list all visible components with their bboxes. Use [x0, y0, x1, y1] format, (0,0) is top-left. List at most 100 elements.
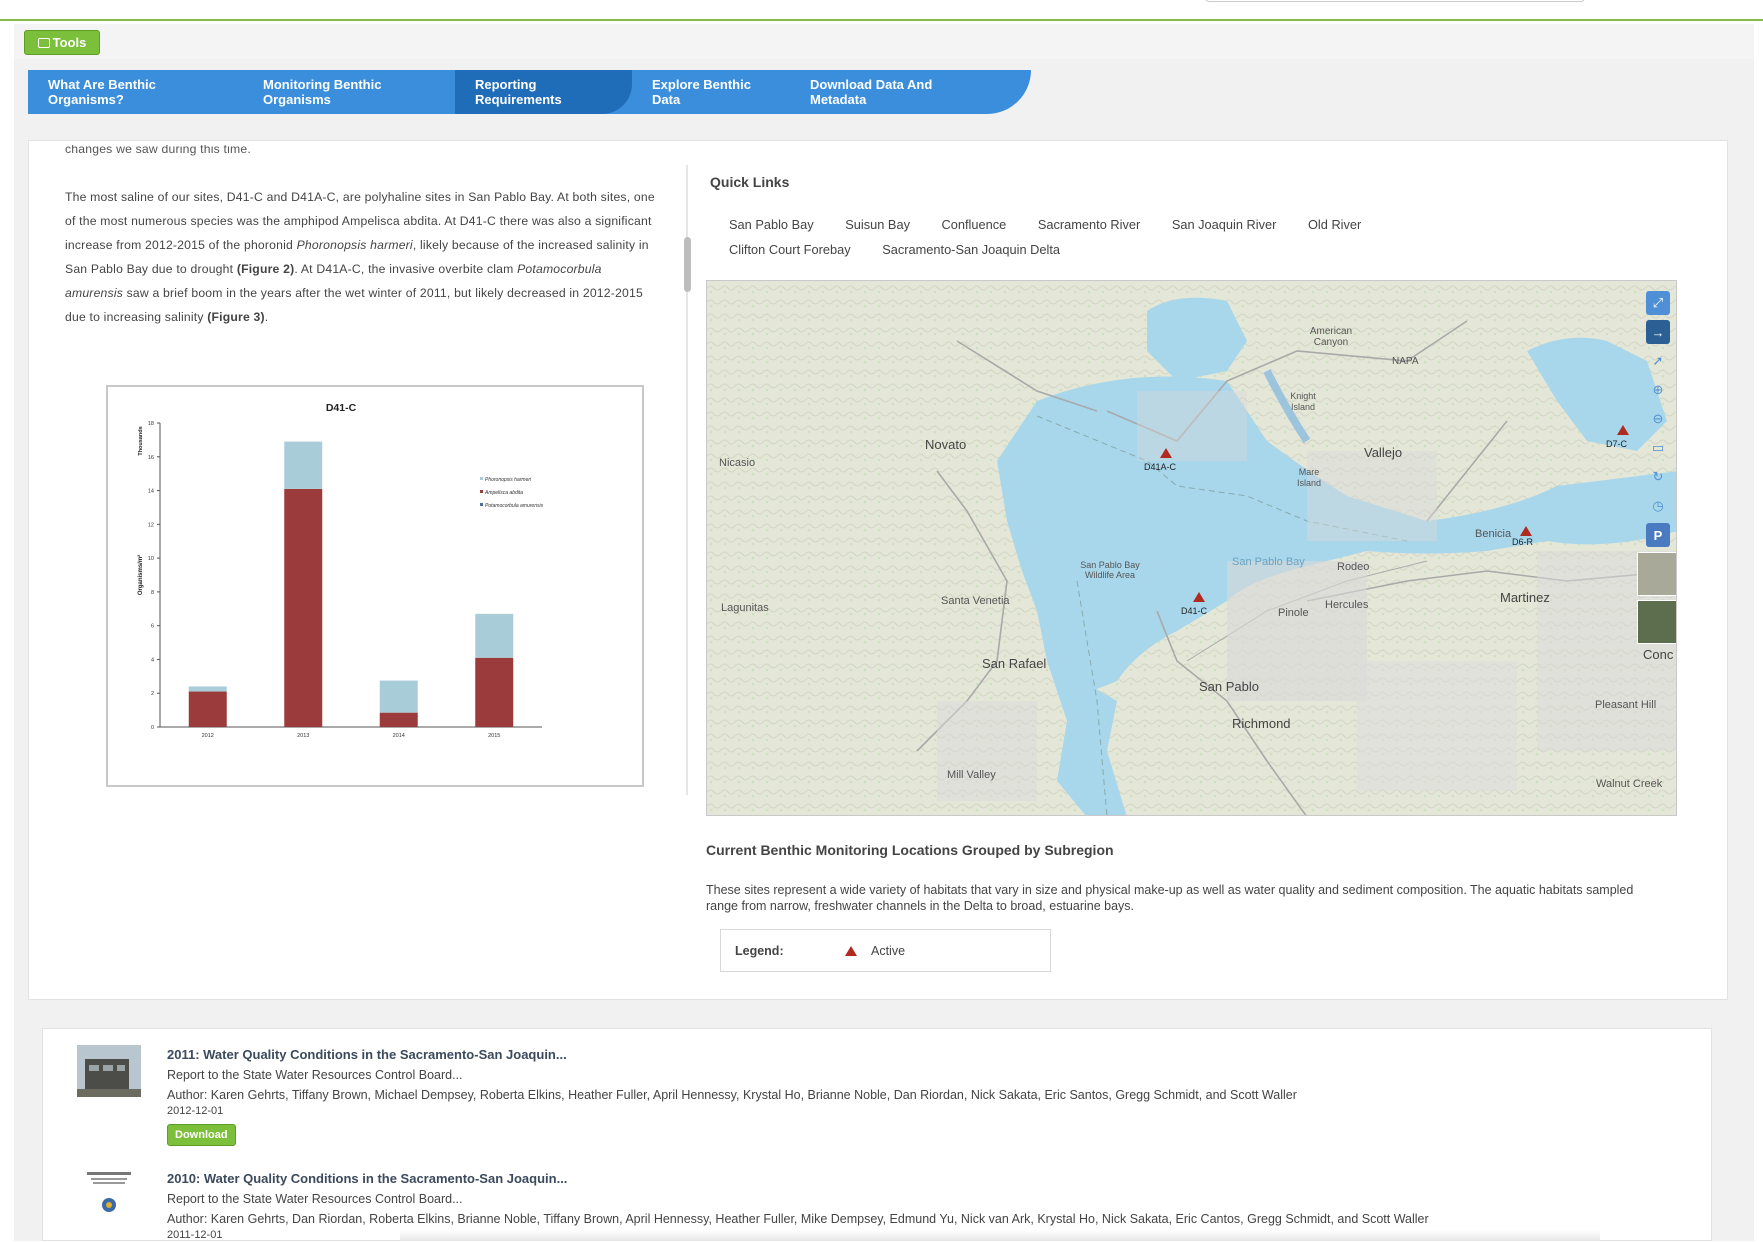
basemap-terrain-thumbnail[interactable]	[1637, 552, 1676, 596]
legend-active: Active	[871, 943, 906, 958]
chart-x-tick-label: 2012	[202, 733, 214, 739]
tools-label: Tools	[52, 35, 87, 50]
chart-bar-2015-1	[475, 657, 514, 727]
quick-link-delta[interactable]: Sacramento-San Joaquin Delta	[882, 237, 1060, 262]
quick-link-sacramento-river[interactable]: Sacramento River	[1038, 212, 1140, 237]
map-label-richmond: Richmond	[1232, 716, 1291, 731]
tools-row: Tools	[14, 24, 1754, 59]
basemap-imagery-thumbnail[interactable]	[1637, 600, 1676, 644]
clock-icon[interactable]: ◷	[1646, 494, 1670, 518]
map-label-san-pablo: San Pablo	[1199, 679, 1259, 694]
parking-icon[interactable]: P	[1646, 523, 1670, 547]
cursor-icon[interactable]: ➚	[1646, 349, 1670, 373]
map-label-pinole: Pinole	[1278, 607, 1309, 619]
bottom-shadow	[400, 1230, 1600, 1241]
arrow-icon[interactable]: →	[1646, 320, 1670, 344]
map-label-wildlife-area: San Pablo Bay Wildlife Area	[1080, 560, 1140, 580]
site-search-box[interactable]	[1205, 0, 1585, 2]
zoom-out-icon[interactable]: ⊖	[1646, 407, 1670, 431]
map-label-conc: Conc	[1643, 647, 1674, 662]
chart-legend-entry: Potamocorbula amurensis	[485, 503, 544, 509]
tab-explore-benthic-data[interactable]: Explore Benthic Data	[632, 70, 790, 114]
site-label-d7-c: D7-C	[1606, 439, 1628, 449]
article-paragraph: The most saline of our sites, D41-C and …	[65, 190, 655, 324]
zoom-in-icon[interactable]: ⊕	[1646, 378, 1670, 402]
map-label-rodeo: Rodeo	[1337, 561, 1370, 573]
tab-download-data-and-metadata[interactable]: Download Data And Metadata	[790, 70, 1000, 114]
map-label-american-canyon: American Canyon	[1309, 326, 1353, 348]
chart-y-tick-label: 16	[148, 455, 154, 461]
map-basemap	[707, 281, 1676, 815]
map-label-pleasant-hill: Pleasant Hill	[1595, 699, 1657, 711]
map-label-knight-island: Knight Island	[1290, 391, 1316, 412]
map-label-mill-valley: Mill Valley	[947, 769, 996, 781]
tab-what-are-benthic-organisms[interactable]: What Are Benthic Organisms?	[28, 70, 243, 114]
report-thumbnail-building[interactable]	[77, 1045, 141, 1097]
quick-link-old-river[interactable]: Old River	[1308, 212, 1361, 237]
tools-button[interactable]: Tools	[24, 30, 100, 55]
quick-link-san-joaquin-river[interactable]: San Joaquin River	[1172, 212, 1277, 237]
quick-link-suisun-bay[interactable]: Suisun Bay	[845, 212, 910, 237]
tools-icon	[37, 37, 50, 48]
chart-legend-swatch	[480, 477, 483, 480]
monitoring-map[interactable]: Novato Vallejo San Rafael Richmond Marti…	[706, 280, 1677, 816]
measure-icon[interactable]: ▭	[1646, 436, 1670, 460]
chart-y-tick-label: 8	[151, 590, 154, 596]
chart-y-tick-label: 4	[151, 657, 154, 663]
report-authors: Author: Karen Gehrts, Dan Riordan, Rober…	[167, 1212, 1429, 1226]
report-subtitle: Report to the State Water Resources Cont…	[167, 1192, 463, 1206]
chart-bar-2014-2	[379, 680, 418, 713]
map-label-martinez: Martinez	[1500, 590, 1550, 605]
chart-y-tick-label: 18	[148, 421, 154, 427]
expand-icon[interactable]: ⤢	[1646, 291, 1670, 315]
chart-bar-2014-1	[379, 712, 418, 727]
report-title[interactable]: 2010: Water Quality Conditions in the Sa…	[167, 1169, 1667, 1189]
chart-y-tick-label: 0	[151, 725, 154, 731]
legend-label: Legend:	[735, 943, 784, 958]
chart-x-tick-label: 2014	[393, 733, 405, 739]
site-label-d41a-c: D41A-C	[1144, 462, 1177, 472]
report-date: 2012-12-01	[167, 1105, 224, 1117]
chart-y-tick-label: 6	[151, 624, 154, 630]
site-label-d6-r: D6-R	[1512, 537, 1534, 547]
chart-bar-2015-2	[475, 613, 514, 658]
tab-monitoring-benthic-organisms[interactable]: Monitoring Benthic Organisms	[243, 70, 455, 114]
quick-link-san-pablo-bay[interactable]: San Pablo Bay	[729, 212, 814, 237]
quick-link-confluence[interactable]: Confluence	[942, 212, 1007, 237]
map-label-novato: Novato	[925, 437, 967, 452]
active-marker-icon	[845, 945, 857, 956]
reports-list: 2011: Water Quality Conditions in the Sa…	[42, 1028, 1712, 1241]
quick-links-list: San Pablo Bay Suisun Bay Confluence Sacr…	[729, 212, 1529, 262]
map-toolbar: ⤢ → ➚ ⊕ ⊖ ▭ ↻ ◷ P	[1637, 289, 1676, 648]
chart-bar-2013-1	[284, 488, 323, 727]
chart-y-units-label: Thousands	[138, 426, 144, 455]
chart-x-tick-label: 2015	[488, 733, 500, 739]
chart-legend-entry: Ampelisca abdita	[484, 490, 523, 496]
article-text: changes we saw during this time. The mos…	[65, 145, 655, 329]
rotate-icon[interactable]: ↻	[1646, 465, 1670, 489]
tab-reporting-requirements[interactable]: Reporting Requirements	[455, 70, 632, 114]
quick-link-clifton-court-forebay[interactable]: Clifton Court Forebay	[729, 237, 851, 262]
subregion-title: Current Benthic Monitoring Locations Gro…	[706, 842, 1114, 858]
map-label-benicia: Benicia	[1475, 528, 1512, 540]
section-tabs: What Are Benthic Organisms? Monitoring B…	[28, 70, 1031, 114]
map-legend: Legend: Active	[720, 929, 1051, 972]
report-thumbnail-document[interactable]	[77, 1169, 141, 1221]
chart-legend-swatch	[480, 503, 483, 506]
map-label-lagunitas: Lagunitas	[721, 602, 769, 614]
top-bar	[0, 0, 1763, 21]
chart-legend-entry: Phoronopsis harmeri	[485, 477, 532, 483]
map-label-mare-island: Mare Island	[1296, 467, 1322, 488]
chart-y-tick-label: 12	[148, 522, 154, 528]
download-button[interactable]: Download	[167, 1124, 236, 1146]
site-label-d41-c: D41-C	[1181, 606, 1208, 616]
article-scrollbar-thumb[interactable]	[684, 237, 691, 292]
species-phoronopsis: Phoronopsis harmeri	[296, 238, 413, 252]
chart-legend-swatch	[480, 490, 483, 493]
report-subtitle: Report to the State Water Resources Cont…	[167, 1068, 463, 1082]
map-label-walnut-creek: Walnut Creek	[1596, 778, 1663, 790]
figure-3-ref: (Figure 3)	[207, 310, 265, 324]
figure-2-ref: (Figure 2)	[236, 262, 295, 276]
report-title[interactable]: 2011: Water Quality Conditions in the Sa…	[167, 1045, 1667, 1065]
chart-bar-2012-2	[188, 686, 227, 692]
